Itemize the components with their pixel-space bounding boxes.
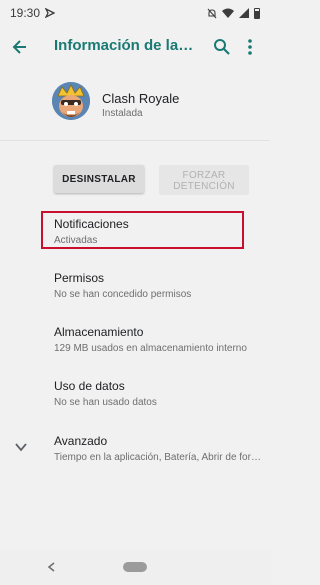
item-title: Avanzado — [54, 434, 108, 448]
status-bar: 19:30 — [0, 0, 270, 26]
nav-home-pill[interactable] — [123, 562, 147, 572]
notification-icon — [45, 8, 56, 18]
app-header: Clash Royale Instalada — [0, 76, 270, 136]
force-stop-button[interactable]: FORZAR DETENCIÓN — [159, 165, 249, 195]
highlight-box — [41, 211, 244, 249]
settings-item-data-usage[interactable]: Uso de datos No se han usado datos — [54, 379, 264, 408]
signal-icon — [239, 8, 249, 18]
more-options-icon[interactable] — [242, 37, 258, 57]
divider — [0, 140, 270, 141]
item-subtitle: No se han usado datos — [54, 397, 157, 408]
item-subtitle: No se han concedido permisos — [54, 289, 192, 300]
item-title: Almacenamiento — [54, 325, 144, 339]
item-subtitle: Tiempo en la aplicación, Batería, Abrir … — [54, 452, 264, 463]
back-arrow-icon[interactable] — [10, 37, 30, 57]
settings-item-advanced[interactable]: Avanzado Tiempo en la aplicación, Baterí… — [54, 434, 264, 463]
item-subtitle: 129 MB usados en almacenamiento interno — [54, 343, 247, 354]
toolbar: Información de la aplicación — [0, 26, 270, 68]
app-icon — [52, 82, 90, 120]
force-stop-label-line1: FORZAR — [182, 169, 226, 181]
settings-item-storage[interactable]: Almacenamiento 129 MB usados en almacena… — [54, 325, 264, 354]
chevron-down-icon[interactable] — [14, 440, 28, 454]
navigation-bar — [0, 550, 270, 585]
app-name: Clash Royale — [102, 91, 180, 106]
settings-item-permissions[interactable]: Permisos No se han concedido permisos — [54, 271, 264, 300]
force-stop-label-line2: DETENCIÓN — [173, 180, 235, 192]
status-time: 19:30 — [10, 6, 41, 20]
battery-icon — [254, 7, 260, 19]
app-install-status: Instalada — [102, 108, 143, 119]
wifi-icon — [222, 8, 234, 18]
uninstall-button[interactable]: DESINSTALAR — [54, 165, 144, 193]
search-icon[interactable] — [212, 37, 232, 57]
nav-back-icon[interactable] — [46, 561, 58, 573]
do-not-disturb-icon — [207, 8, 217, 18]
item-title: Permisos — [54, 271, 105, 285]
page-title: Información de la aplicación — [54, 37, 196, 54]
item-title: Uso de datos — [54, 379, 125, 393]
